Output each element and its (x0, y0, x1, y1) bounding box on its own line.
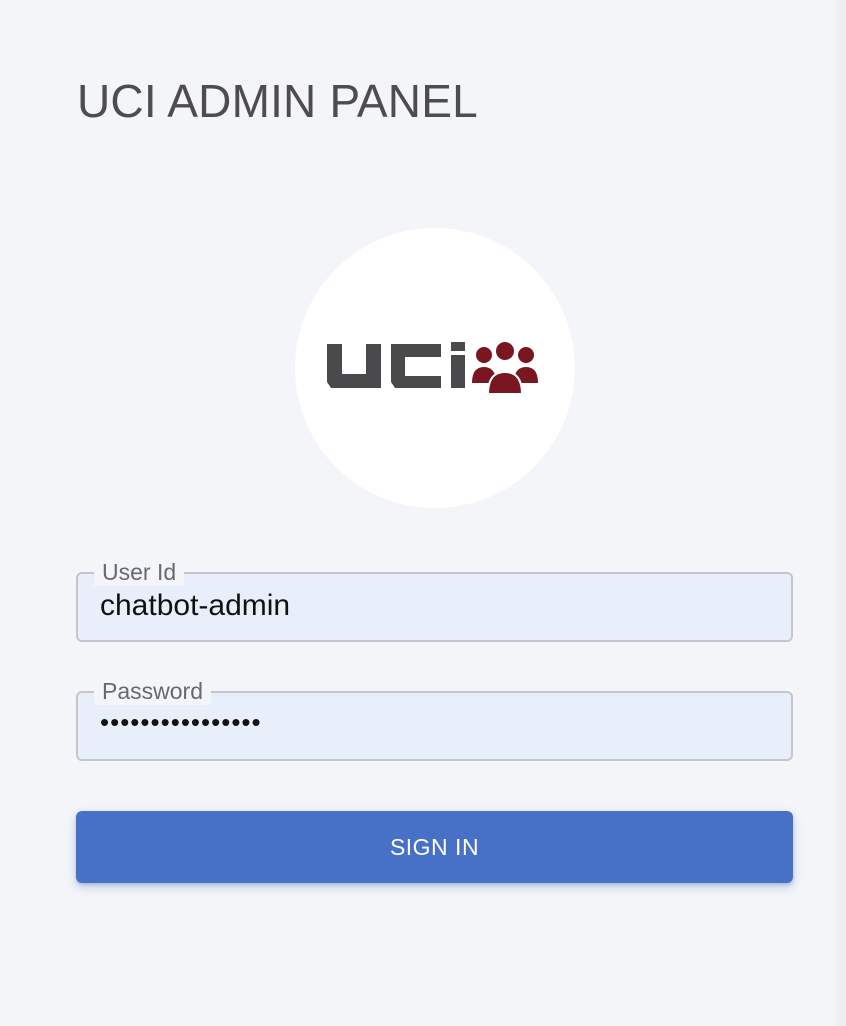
user-id-value[interactable]: chatbot-admin (100, 589, 290, 623)
logo-container (295, 228, 575, 508)
sign-in-button[interactable]: SIGN IN (76, 811, 793, 883)
user-id-field[interactable]: User Id chatbot-admin (76, 558, 793, 642)
page-title: UCI ADMIN PANEL (77, 75, 478, 127)
uci-logo (327, 340, 538, 395)
password-field[interactable]: Password •••••••••••••••• (76, 677, 793, 761)
login-page: UCI ADMIN PANEL User Id chatbot-admin Pa… (0, 0, 846, 1026)
window-edge (832, 0, 846, 1026)
user-id-label: User Id (94, 558, 185, 586)
users-group-icon (472, 340, 538, 395)
password-label: Password (94, 677, 211, 705)
logo-wordmark (327, 342, 465, 388)
password-value[interactable]: •••••••••••••••• (100, 707, 262, 738)
